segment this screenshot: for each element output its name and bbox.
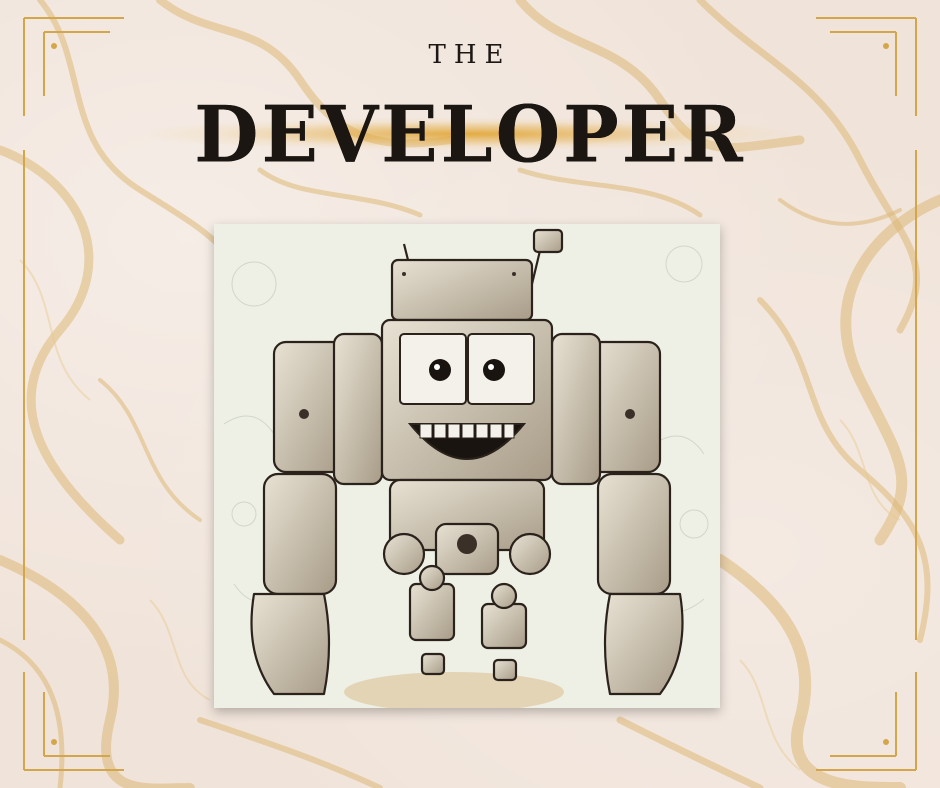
subtitle: THE <box>428 40 512 70</box>
poster: THE DEVELOPER <box>0 0 940 788</box>
robot-icon <box>214 224 720 708</box>
robot-illustration <box>214 224 720 708</box>
page-title: DEVELOPER <box>194 89 746 181</box>
